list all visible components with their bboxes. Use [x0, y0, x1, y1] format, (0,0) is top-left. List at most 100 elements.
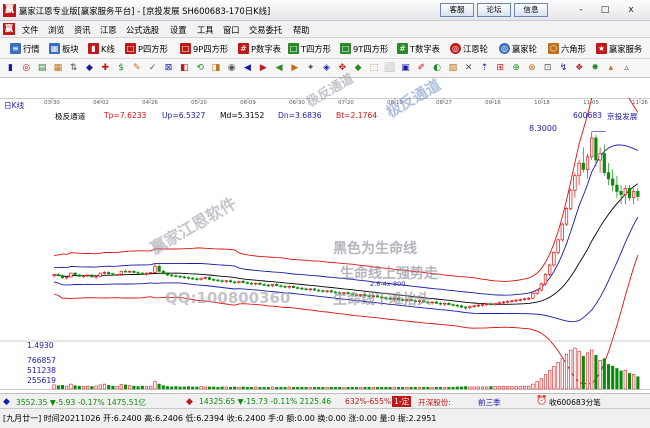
tool-hexagon[interactable]: ⬡ 六角形 — [548, 41, 586, 56]
menu-tools[interactable]: 工具 — [197, 24, 214, 36]
date-tick-label: 08-27 — [436, 100, 452, 106]
draw-tool-27-icon[interactable]: ✐ — [415, 62, 428, 75]
title-bar[interactable]: 赢 赢家江恩专业版[赢家服务平台] - [京投发展 SH600683-170日K… — [0, 0, 650, 21]
date-tick-label: 09-16 — [485, 100, 501, 106]
volume-bar — [312, 387, 317, 390]
draw-tool-15-icon[interactable]: ◉ — [225, 62, 238, 75]
candle-body — [514, 299, 518, 302]
tool-p-square[interactable]: □ P四方形 — [125, 41, 168, 56]
volume-bar — [266, 387, 270, 390]
draw-tool-12-icon[interactable]: ◧ — [178, 62, 191, 75]
draw-tool-35-icon[interactable]: ⊡ — [541, 62, 554, 75]
volume-bar — [438, 387, 443, 390]
forum-button[interactable]: 论坛 — [477, 3, 511, 17]
draw-tool-36-icon[interactable]: ↯ — [557, 62, 570, 75]
draw-tool-26-icon[interactable]: ▣ — [399, 62, 412, 75]
menu-formula[interactable]: 公式选股 — [126, 24, 159, 36]
draw-tool-20-icon[interactable]: ✦ — [304, 62, 317, 75]
draw-tool-32-icon[interactable]: ⊞ — [494, 62, 507, 75]
draw-tool-17-icon[interactable]: ▶ — [257, 62, 270, 75]
tool-kline[interactable]: ▮ K线 — [88, 41, 115, 56]
tool-9p-square[interactable]: □ 9P四方形 — [180, 41, 228, 56]
menu-file[interactable]: 文件 — [22, 24, 39, 36]
draw-tool-25-icon[interactable]: ⬜ — [383, 62, 396, 75]
chart-area[interactable]: 03-30 04-02 04-26 05-20 06-09 06-30 07-20 08-10… — [0, 76, 650, 410]
draw-tool-29-icon[interactable]: ▧ — [446, 62, 459, 75]
draw-tool-31-icon[interactable]: ⇡ — [478, 62, 491, 75]
menu-window[interactable]: 窗口 — [223, 24, 240, 36]
indicator-up: Up=6.5327 — [162, 111, 206, 120]
candle-body — [527, 297, 531, 300]
date-tick-label: 04-26 — [142, 100, 158, 106]
draw-tool-10-icon[interactable]: ✓ — [146, 62, 159, 75]
draw-tool-38-icon[interactable]: ✸ — [589, 62, 602, 75]
draw-tool-39-icon[interactable]: ▴ — [604, 62, 617, 75]
alarm-icon[interactable]: ⏰ — [536, 396, 547, 406]
draw-tool-11-icon[interactable]: ⊠ — [162, 62, 175, 75]
draw-tool-40-icon[interactable]: ▵ — [620, 62, 633, 75]
draw-tool-6-icon[interactable]: ◆ — [83, 62, 96, 75]
candle-body — [548, 264, 552, 275]
draw-tool-7-icon[interactable]: ✚ — [99, 62, 112, 75]
draw-tool-2-icon[interactable]: ◎ — [20, 62, 33, 75]
draw-tool-24-icon[interactable]: ⬚ — [367, 62, 380, 75]
volume-bar — [199, 386, 203, 390]
kline-chart[interactable]: 03-30 04-02 04-26 05-20 06-09 06-30 07-20 08-10… — [0, 76, 650, 410]
draw-tool-9-icon[interactable]: ✎ — [130, 62, 143, 75]
close-icon[interactable]: x — [622, 3, 640, 17]
menu-help[interactable]: 帮助 — [293, 24, 310, 36]
candle-body — [77, 274, 81, 277]
draw-tool-13-icon[interactable]: ⟲ — [194, 62, 207, 75]
candle-body — [531, 292, 535, 299]
volume-bar — [228, 387, 233, 390]
tool-quotes[interactable]: ≡ 行情 — [10, 41, 40, 56]
volume-bar — [258, 387, 262, 390]
draw-tool-1-icon[interactable]: ▮ — [4, 62, 17, 75]
menu-gann[interactable]: 江恩 — [100, 24, 117, 36]
tool-winner-wheel[interactable]: ◎ 赢家轮 — [499, 41, 537, 56]
volume-bar — [60, 385, 65, 390]
volume-bar — [73, 385, 77, 390]
draw-tool-33-icon[interactable]: ⊕ — [510, 62, 523, 75]
draw-tool-14-icon[interactable]: ◨ — [209, 62, 222, 75]
tool-t-table[interactable]: # T数字表 — [397, 41, 440, 56]
maximize-icon[interactable]: □ — [596, 3, 614, 17]
tool-p-table[interactable]: # P数字表 — [238, 41, 281, 56]
tool-9t-square[interactable]: □ 9T四方形 — [340, 41, 388, 56]
candle-body — [258, 282, 262, 285]
minimize-icon[interactable]: - — [572, 3, 590, 17]
info-button[interactable]: 信息 — [514, 3, 548, 17]
icon-toolbar: ▮ ◎ ▤ ▦ ⇅ ◆ ✚ $ ✎ ✓ ⊠ ◧ ⟲ ◨ ◉ ◀ ▶ ◀ ▶ ✦ ◈ ✥ ◆ ⬚ ⬜ ▣ ✐ ◐ ▧ ✕ ⇡ ⊞ ⊕ ⊗ ⊡ ↯ ❖ ✸ ▴ ▵ — [0, 59, 650, 78]
tool-gann-wheel[interactable]: ◎ 江恩轮 — [450, 41, 488, 56]
tool-t-square[interactable]: □ T四方形 — [288, 41, 331, 56]
volume-bar — [102, 383, 107, 390]
candle-body — [56, 274, 60, 277]
volume-bar — [115, 386, 119, 390]
tool-sector[interactable]: ▦ 板块 — [49, 41, 79, 56]
menu-settings[interactable]: 设置 — [170, 24, 187, 36]
draw-tool-21-icon[interactable]: ◈ — [320, 62, 333, 75]
draw-tool-18-icon[interactable]: ◀ — [273, 62, 286, 75]
menu-browse[interactable]: 浏览 — [48, 24, 65, 36]
candle-body — [569, 189, 573, 209]
menu-news[interactable]: 资讯 — [74, 24, 91, 36]
menu-trade[interactable]: 交易委托 — [249, 24, 282, 36]
stock-tick-link[interactable]: 收600683分笔 — [549, 397, 601, 408]
draw-tool-4-icon[interactable]: ▦ — [51, 62, 64, 75]
draw-tool-30-icon[interactable]: ✕ — [462, 62, 475, 75]
draw-tool-5-icon[interactable]: ⇅ — [67, 62, 80, 75]
draw-tool-8-icon[interactable]: $ — [115, 62, 128, 75]
winner-wheel-icon: ◎ — [499, 43, 510, 54]
candle-body — [212, 279, 216, 281]
draw-tool-23-icon[interactable]: ◆ — [352, 62, 365, 75]
draw-tool-3-icon[interactable]: ▤ — [36, 62, 49, 75]
draw-tool-28-icon[interactable]: ◐ — [431, 62, 444, 75]
draw-tool-16-icon[interactable]: ◀ — [241, 62, 254, 75]
draw-tool-34-icon[interactable]: ⊗ — [525, 62, 538, 75]
draw-tool-19-icon[interactable]: ▶ — [288, 62, 301, 75]
draw-tool-37-icon[interactable]: ❖ — [573, 62, 586, 75]
candle-body — [611, 178, 615, 186]
tool-winner-service[interactable]: ★ 赢家服务 — [596, 41, 642, 56]
customer-service-button[interactable]: 客服 — [440, 3, 474, 17]
volume-bar — [619, 370, 623, 390]
